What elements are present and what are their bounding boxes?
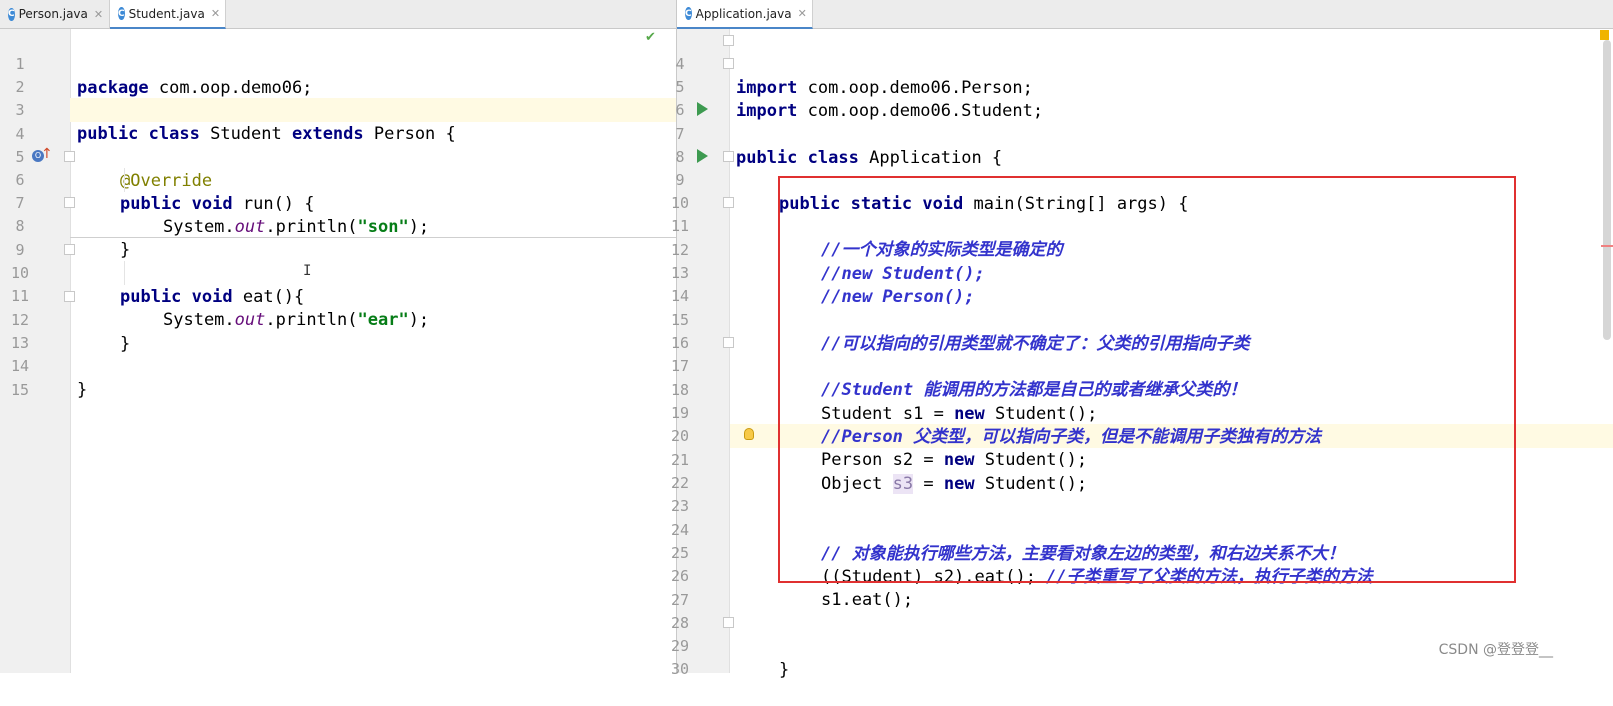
code-line[interactable]: 6 [660,74,1613,119]
code-line[interactable]: 11 System.out.println("ear"); [0,260,676,330]
code-text: } [779,660,790,680]
code-line[interactable]: 7 public class Application { [660,98,1613,168]
close-icon[interactable]: ✕ [94,8,103,21]
code-line[interactable]: 29 } [660,610,1613,680]
code-line[interactable]: 8 [660,121,1613,166]
fold-icon[interactable] [723,35,734,46]
left-editor-pane: C Person.java ✕ C Student.java ✕ ✔ 1 pac… [0,0,676,673]
code-line[interactable]: 9 public static void main(String[] args)… [660,144,1613,214]
code-line[interactable]: 12 } [0,284,676,354]
fold-icon[interactable] [723,197,734,208]
code-line[interactable]: 8 } [0,190,676,260]
tab-student-java[interactable]: C Student.java ✕ [110,0,226,29]
fold-icon[interactable] [723,151,734,162]
code-line[interactable]: 9 [0,214,676,259]
java-class-icon: C [118,7,125,20]
fold-icon[interactable] [723,58,734,69]
up-arrow-icon[interactable]: ↑ [41,146,53,162]
fold-icon[interactable] [64,291,75,302]
fold-icon[interactable] [64,151,75,162]
run-icon[interactable] [697,149,708,163]
line-number: 30 [670,660,690,678]
run-icon[interactable] [697,102,708,116]
code-line[interactable]: 15 [0,354,676,399]
fold-icon[interactable] [64,244,75,255]
code-line[interactable]: 6 public void run() { [0,144,676,214]
line-number: 15 [10,381,30,399]
tab-label: Student.java [128,6,205,21]
close-icon[interactable]: ✕ [798,7,807,20]
java-class-icon: C [685,7,692,20]
code-line[interactable]: 3 public class Student extends Person { [0,74,676,144]
code-line[interactable]: 5 import com.oop.demo06.Student; [660,51,1613,121]
code-line[interactable]: 1 package com.oop.demo06; [0,28,676,98]
highlight-annotation-box [778,176,1516,583]
fold-icon[interactable] [723,337,734,348]
code-line[interactable]: 4 import com.oop.demo06.Person; [660,28,1613,98]
code-line[interactable]: 2 [0,51,676,96]
code-line[interactable]: 5 @Override [0,121,676,191]
tab-application-java[interactable]: C Application.java ✕ [677,0,813,29]
text-cursor-icon: I [303,263,312,279]
code-line[interactable]: 28 [660,587,1613,632]
fold-icon[interactable] [64,197,75,208]
left-tab-bar: C Person.java ✕ C Student.java ✕ [0,0,676,29]
tab-label: Person.java [18,7,88,21]
code-line[interactable]: 13 [0,307,676,352]
watermark: CSDN @登登登__ [1438,642,1553,658]
code-line[interactable]: 14 } [0,330,676,400]
code-line[interactable]: 4 [0,98,676,143]
indent-guide [124,261,125,285]
code-line[interactable]: 10 public void eat(){ [0,237,676,307]
right-tab-bar: C Application.java ✕ [677,0,1613,29]
tab-label: Application.java [695,6,792,21]
fold-icon[interactable] [723,617,734,628]
lightbulb-icon[interactable] [744,428,754,440]
code-text: } [77,380,88,400]
tab-person-java[interactable]: C Person.java ✕ [0,0,110,28]
code-line[interactable]: 7 System.out.println("son"); [0,167,676,237]
java-class-icon: C [8,7,15,21]
indent-guide [124,168,125,192]
close-icon[interactable]: ✕ [211,7,220,20]
